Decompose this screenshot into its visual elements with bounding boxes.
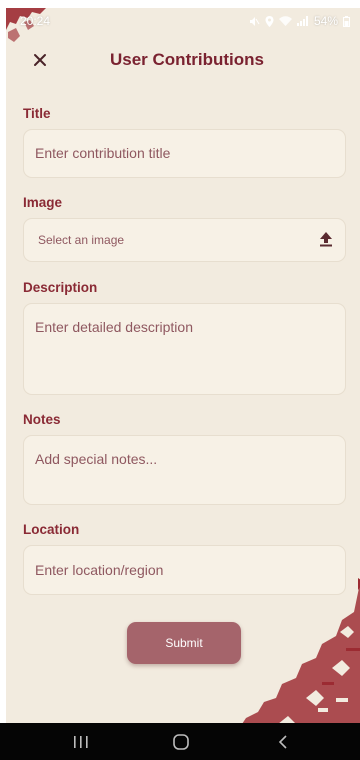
notes-input[interactable]: Add special notes... xyxy=(24,436,345,504)
title-input[interactable]: Enter contribution title xyxy=(24,130,345,177)
battery-percent: 54% xyxy=(313,14,338,28)
location-placeholder: Enter location/region xyxy=(35,562,164,578)
location-icon xyxy=(265,15,274,27)
status-icons: 54% xyxy=(249,14,350,28)
app-bar: User Contributions xyxy=(6,44,360,78)
image-label: Image xyxy=(23,195,63,210)
notes-label: Notes xyxy=(23,412,61,427)
app-screen: 20:24 54% User Contributions Title Enter… xyxy=(6,8,360,760)
home-icon[interactable] xyxy=(171,733,191,751)
status-time: 20:24 xyxy=(20,14,51,28)
signal-icon xyxy=(296,16,308,26)
submit-button[interactable]: Submit xyxy=(127,622,241,664)
description-label: Description xyxy=(23,280,98,295)
description-placeholder: Enter detailed description xyxy=(35,319,193,335)
title-label: Title xyxy=(23,106,51,121)
location-label: Location xyxy=(23,522,80,537)
page-title: User Contributions xyxy=(110,50,264,69)
upload-icon[interactable] xyxy=(319,231,333,247)
battery-icon xyxy=(343,15,350,27)
close-icon xyxy=(34,54,46,66)
description-input[interactable]: Enter detailed description xyxy=(24,304,345,394)
mute-icon xyxy=(249,16,260,26)
close-button[interactable] xyxy=(28,48,52,72)
back-icon[interactable] xyxy=(273,733,293,751)
location-input[interactable]: Enter location/region xyxy=(24,546,345,594)
recent-apps-icon[interactable] xyxy=(71,733,91,751)
status-bar: 20:24 54% xyxy=(6,8,360,34)
image-placeholder: Select an image xyxy=(38,233,125,247)
system-navigation-bar xyxy=(0,723,360,760)
title-placeholder: Enter contribution title xyxy=(35,145,171,161)
notes-placeholder: Add special notes... xyxy=(35,451,158,467)
wifi-icon xyxy=(278,16,292,26)
image-picker[interactable]: Select an image xyxy=(24,219,345,261)
